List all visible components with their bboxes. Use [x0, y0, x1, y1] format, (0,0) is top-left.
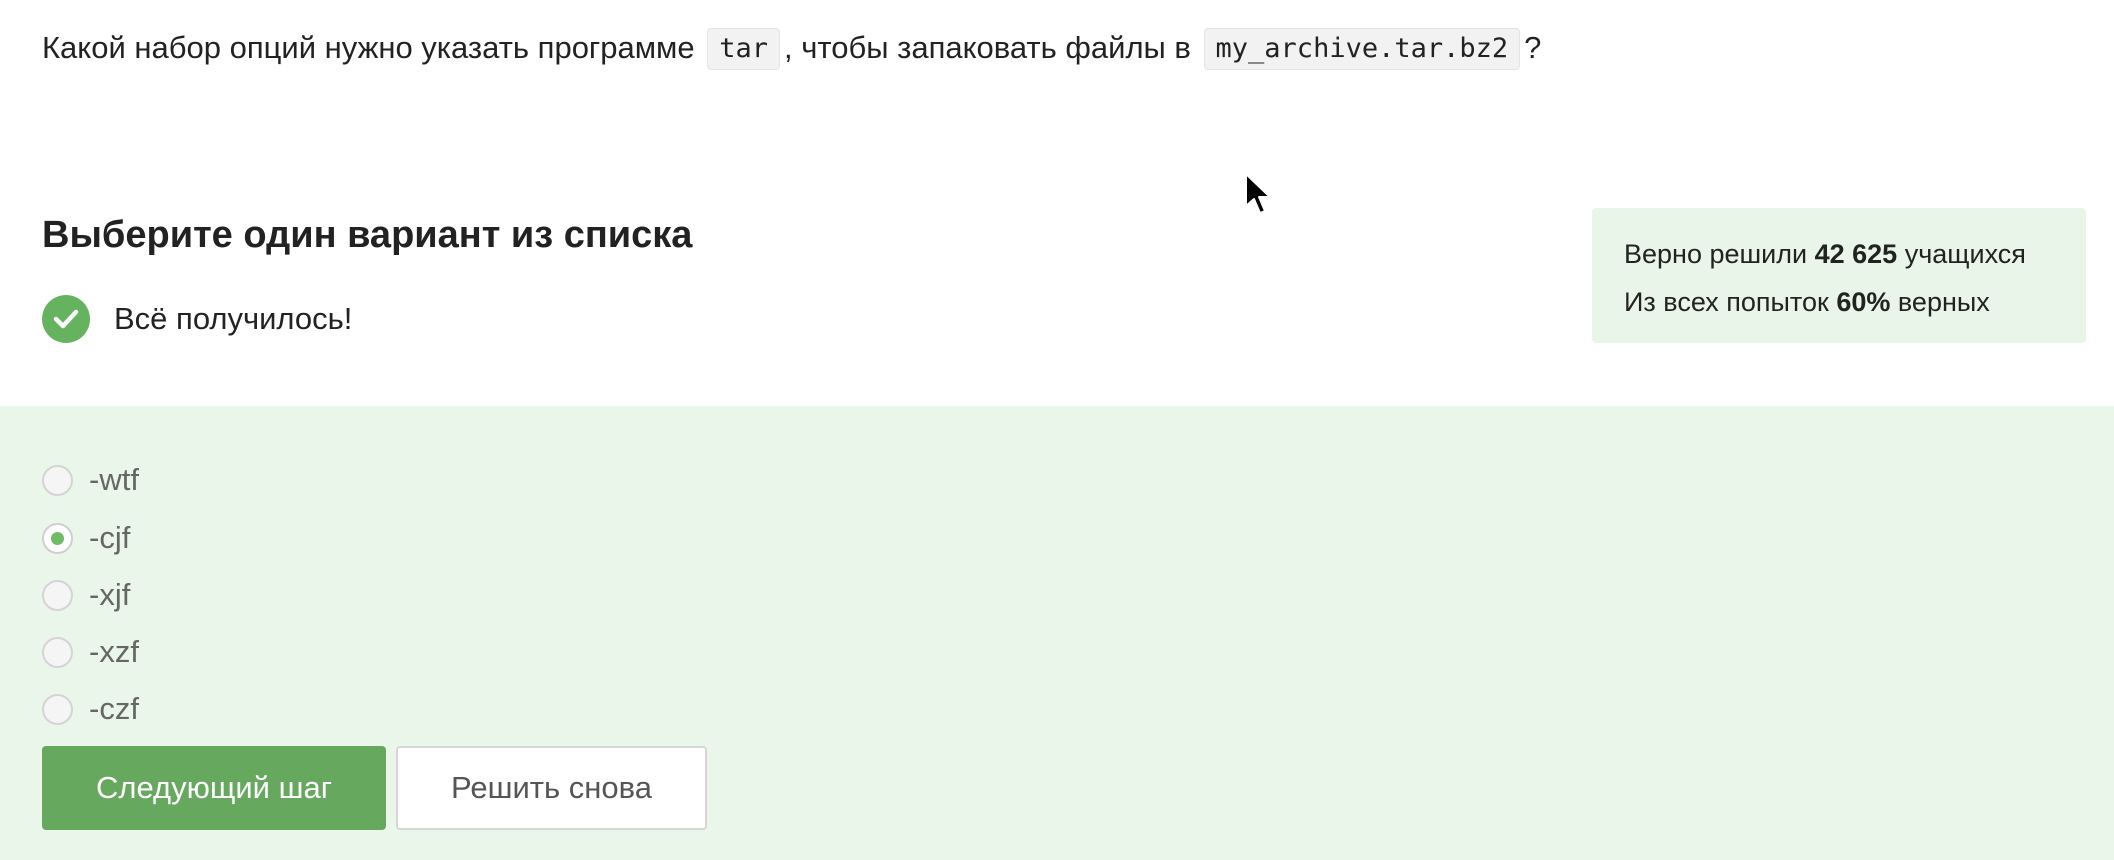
stats-solved-prefix: Верно решили [1624, 239, 1808, 269]
stats-solved-line: Верно решили 42 625 учащихся [1624, 230, 2086, 278]
option-label: -xzf [89, 634, 139, 669]
question-suffix: ? [1524, 30, 1542, 65]
stats-solved-count: 42 625 [1814, 239, 1898, 269]
page-title: Выберите один вариант из списка [42, 214, 693, 256]
checkmark-circle-icon [42, 295, 90, 343]
radio-button-selected[interactable] [42, 522, 73, 554]
code-archive-name: my_archive.tar.bz2 [1203, 28, 1521, 70]
code-tar: tar [707, 28, 780, 70]
question-middle: , чтобы запаковать файлы в [784, 30, 1191, 65]
option-xjf[interactable]: -xjf [42, 575, 130, 615]
radio-button[interactable] [42, 464, 73, 496]
option-wtf[interactable]: -wtf [42, 460, 139, 500]
radio-button[interactable] [42, 579, 73, 611]
stats-percent-value: 60% [1836, 287, 1891, 317]
next-step-button[interactable]: Следующий шаг [42, 746, 386, 830]
result-text: Всё получилось! [114, 301, 353, 336]
question-prefix: Какой набор опций нужно указать программ… [42, 30, 695, 65]
stats-percent-suffix: верных [1897, 287, 1990, 317]
option-label: -czf [89, 691, 139, 726]
option-label: -xjf [89, 577, 131, 612]
stats-box: Верно решили 42 625 учащихся Из всех поп… [1592, 208, 2086, 343]
mouse-cursor-icon [1245, 173, 1271, 214]
option-xzf[interactable]: -xzf [42, 632, 139, 672]
stats-percent-line: Из всех попыток 60% верных [1624, 278, 2086, 326]
stats-solved-suffix: учащихся [1904, 239, 2026, 269]
result-message: Всё получилось! [42, 295, 352, 343]
radio-button[interactable] [42, 636, 73, 668]
radio-button[interactable] [42, 693, 73, 725]
quiz-step: Какой набор опций нужно указать программ… [0, 0, 2114, 860]
option-label: -cjf [89, 520, 131, 555]
option-label: -wtf [89, 462, 139, 497]
option-cjf[interactable]: -cjf [42, 518, 130, 558]
retry-button[interactable]: Решить снова [396, 746, 707, 830]
stats-percent-prefix: Из всех попыток [1624, 287, 1829, 317]
question-text: Какой набор опций нужно указать программ… [42, 26, 1541, 70]
option-czf[interactable]: -czf [42, 689, 139, 729]
